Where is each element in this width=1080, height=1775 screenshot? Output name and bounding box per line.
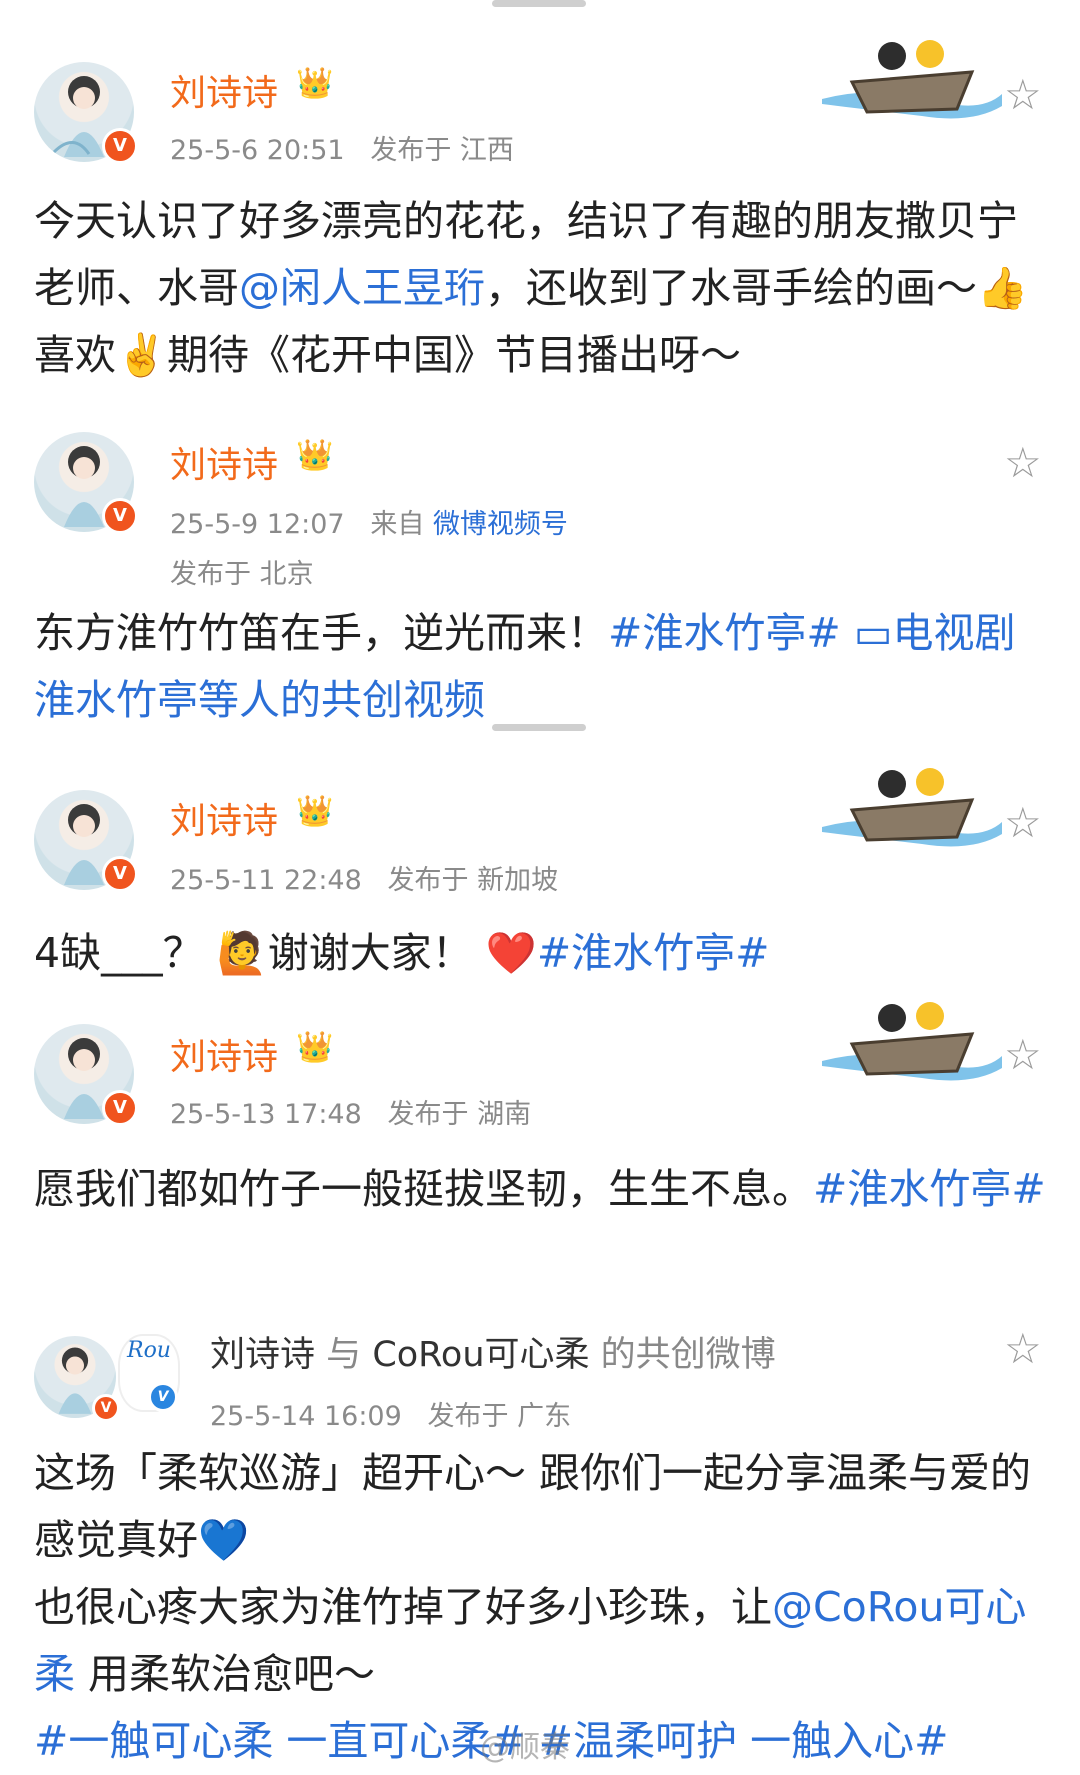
author-name[interactable]: 刘诗诗	[170, 436, 278, 488]
post-body: 4缺___？ 🙋谢谢大家！ ❤️#淮水竹亭#	[34, 920, 1054, 987]
star-outline-icon[interactable]: ☆	[1004, 438, 1042, 487]
victory-emoji: ✌️	[116, 331, 168, 379]
raising-hand-emoji: 🙋	[216, 929, 268, 977]
post-text: 谢谢大家！	[267, 929, 473, 977]
post-meta: 25-5-9 12:07 来自 微博视频号	[170, 502, 568, 541]
drag-handle-top[interactable]	[492, 0, 586, 7]
boat-sticker-icon	[822, 40, 1002, 119]
post-meta: 25-5-11 22:48 发布于 新加坡	[170, 858, 558, 897]
post-meta: 25-5-13 17:48 发布于 湖南	[170, 1092, 531, 1131]
coauthor-logo[interactable]: Rou V	[118, 1334, 180, 1412]
author-name[interactable]: 刘诗诗	[170, 64, 278, 116]
source-link[interactable]: 微博视频号	[433, 509, 568, 540]
verified-badge-icon: V	[148, 1382, 178, 1412]
post-time: 25-5-6 20:51	[170, 135, 345, 166]
post-location: 发布于 广东	[427, 1401, 572, 1432]
video-icon: ▭	[853, 609, 893, 657]
crown-icon: 👑	[296, 1030, 334, 1065]
hashtag-link[interactable]: #淮水竹亭#	[608, 609, 841, 657]
star-outline-icon[interactable]: ☆	[1004, 1030, 1042, 1079]
post-location: 发布于 北京	[170, 559, 314, 590]
post-time: 25-5-11 22:48	[170, 865, 362, 896]
boat-sticker-icon	[822, 1002, 1002, 1081]
thumbs-up-emoji: 👍	[977, 264, 1029, 312]
hashtag-link[interactable]: #淮水竹亭#	[813, 1165, 1046, 1213]
avatar[interactable]: V	[34, 1024, 138, 1126]
post-text: ，还收到了水哥手绘的画～	[485, 264, 977, 312]
post-text: 用柔软治愈吧～	[75, 1650, 376, 1698]
verified-badge-icon: V	[92, 1394, 120, 1422]
post-text: 期待《花开中国》节目播出呀～	[167, 331, 742, 379]
avatar[interactable]: V	[34, 432, 138, 534]
co-post-suffix: 的共创微博	[600, 1335, 776, 1375]
star-outline-icon[interactable]: ☆	[1004, 1324, 1042, 1373]
author-name[interactable]: 刘诗诗	[170, 792, 278, 844]
star-outline-icon[interactable]: ☆	[1004, 798, 1042, 847]
heart-emoji: ❤️	[485, 929, 537, 977]
post-text: 东方淮竹竹笛在手，逆光而来！	[34, 609, 608, 657]
blue-heart-emoji: 💙	[198, 1516, 250, 1564]
star-outline-icon[interactable]: ☆	[1004, 70, 1042, 119]
avatar[interactable]: V	[34, 790, 138, 892]
verified-badge-icon: V	[102, 128, 138, 164]
post-time: 25-5-9 12:07	[170, 509, 345, 540]
post-location: 发布于 新加坡	[387, 865, 559, 896]
post-time: 25-5-14 16:09	[210, 1401, 402, 1432]
post-text: 也很心疼大家为淮竹掉了好多小珍珠，让	[34, 1583, 772, 1631]
post-text: 喜欢	[34, 331, 116, 379]
post-text: 愿我们都如竹子一般挺拔坚韧，生生不息。	[34, 1165, 813, 1213]
post-location: 发布于 湖南	[387, 1099, 532, 1130]
avatar[interactable]: V	[34, 1336, 120, 1422]
watermark: @顺秦	[480, 1730, 570, 1765]
from-label: 来自	[370, 509, 425, 540]
hashtag-link[interactable]: #淮水竹亭#	[537, 929, 770, 977]
connector-text: 与	[326, 1335, 362, 1375]
post-meta: 25-5-14 16:09 发布于 广东	[210, 1394, 571, 1433]
post-time: 25-5-13 17:48	[170, 1099, 362, 1130]
coauthor-logo-text: Rou	[127, 1338, 171, 1363]
post-body: 东方淮竹竹笛在手，逆光而来！#淮水竹亭# ▭电视剧淮水竹亭等人的共创视频	[34, 600, 1054, 734]
boat-sticker-icon	[822, 768, 1002, 847]
post-body: 愿我们都如竹子一般挺拔坚韧，生生不息。#淮水竹亭#	[34, 1156, 1054, 1223]
post-text: 这场「柔软巡游」超开心～ 跟你们一起分享温柔与爱的感觉真好	[34, 1449, 1032, 1564]
coauthor-name[interactable]: CoRou可心柔	[372, 1335, 589, 1375]
author-name[interactable]: 刘诗诗	[210, 1335, 315, 1375]
post-text: 4缺___？	[34, 929, 204, 977]
post-location: 发布于 江西	[370, 135, 514, 166]
post-meta: 25-5-6 20:51 发布于 江西	[170, 128, 514, 167]
verified-badge-icon: V	[102, 498, 138, 534]
mention-link[interactable]: @闲人王昱珩	[239, 264, 485, 312]
crown-icon: 👑	[296, 438, 334, 473]
verified-badge-icon: V	[102, 856, 138, 892]
post-body: 今天认识了好多漂亮的花花，结识了有趣的朋友撒贝宁老师、水哥@闲人王昱珩，还收到了…	[34, 188, 1054, 389]
avatar[interactable]: V	[34, 62, 138, 164]
coauthor-header: 刘诗诗 与 CoRou可心柔 的共创微博	[210, 1326, 776, 1377]
author-name[interactable]: 刘诗诗	[170, 1028, 278, 1080]
verified-badge-icon: V	[102, 1090, 138, 1126]
crown-icon: 👑	[296, 66, 334, 101]
crown-icon: 👑	[296, 794, 334, 829]
